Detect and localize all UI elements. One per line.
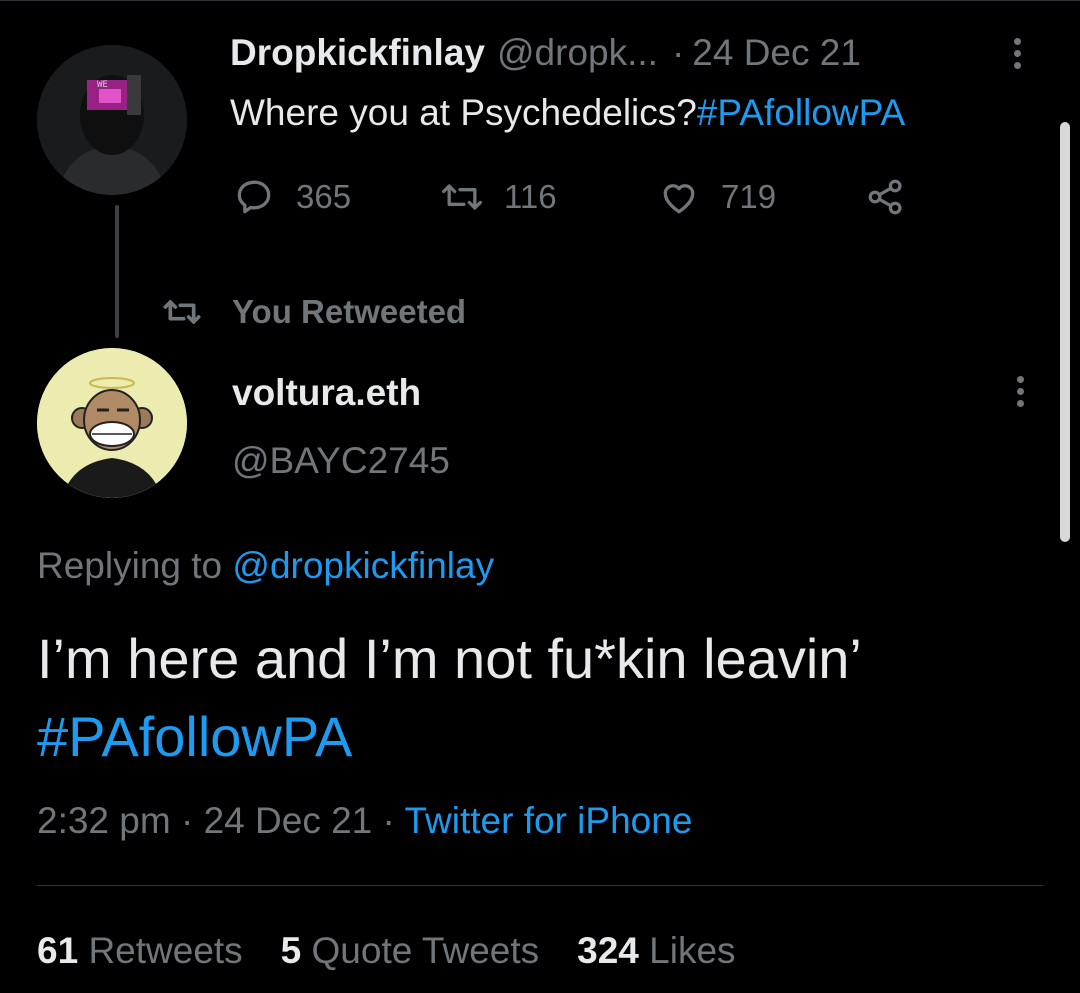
more-dot-icon [1013, 62, 1021, 69]
svg-text:WE: WE [97, 80, 108, 90]
likes-stat-count: 324 [577, 930, 639, 971]
replying-to-prefix: Replying to [37, 545, 233, 586]
parent-tweet-date[interactable]: 24 Dec 21 [692, 32, 861, 74]
parent-author-name[interactable]: Dropkickfinlay [230, 32, 485, 74]
quote-tweets-stat[interactable]: 5 Quote Tweets [281, 930, 539, 972]
replying-to-line: Replying to @dropkickfinlay [37, 545, 494, 587]
share-icon [868, 179, 902, 215]
retweet-context-icon [163, 300, 201, 324]
tweet-source-link[interactable]: Twitter for iPhone [404, 800, 692, 841]
retweets-stat[interactable]: 61 Retweets [37, 930, 243, 972]
retweets-stat-label: Retweets [88, 930, 243, 971]
retweet-count: 116 [504, 178, 557, 215]
reply-hashtag-link[interactable]: #PAfollowPA [37, 698, 1047, 776]
reply-tweet-body: I’m here and I’m not fu*kin leavin’ [37, 627, 862, 690]
more-dot-icon [1016, 376, 1024, 383]
reply-tweet-text: I’m here and I’m not fu*kin leavin’ #PAf… [37, 620, 1047, 776]
parent-author-handle[interactable]: @dropk... [497, 32, 658, 74]
top-divider [0, 0, 1080, 1]
like-count: 719 [721, 178, 777, 215]
more-dot-icon [1013, 50, 1021, 57]
more-dot-icon [1013, 38, 1021, 45]
retweet-button[interactable]: 116 [440, 175, 557, 219]
parent-tweet-body: Where you at Psychedelics? [230, 92, 697, 133]
tweet-detail-page: WE Dropkickfinlay @dropk... · 24 Dec 21 … [0, 0, 1080, 993]
tweet-time[interactable]: 2:32 pm [37, 800, 171, 841]
stats-divider [37, 885, 1043, 886]
retweet-context-label: You Retweeted [232, 293, 467, 330]
parent-hashtag-link[interactable]: #PAfollowPA [697, 92, 905, 133]
reply-author-handle[interactable]: @BAYC2745 [232, 440, 450, 482]
parent-avatar-image: WE [37, 45, 187, 195]
meta-separator: · [372, 800, 405, 841]
parent-more-options-button[interactable] [1010, 38, 1024, 78]
more-dot-icon [1016, 400, 1024, 407]
quotes-stat-count: 5 [280, 930, 302, 971]
thread-connector-line [115, 205, 119, 338]
reply-author-name[interactable]: voltura.eth [232, 372, 421, 414]
more-dot-icon [1016, 388, 1024, 395]
meta-separator: · [170, 800, 204, 841]
reply-count: 365 [296, 178, 352, 215]
reply-more-options-button[interactable] [1013, 376, 1027, 416]
likes-stat[interactable]: 324 Likes [577, 930, 735, 972]
tweet-date[interactable]: 24 Dec 21 [204, 800, 373, 841]
reply-icon [237, 180, 271, 214]
share-button[interactable] [864, 175, 908, 219]
retweet-icon [442, 184, 482, 210]
tweet-metadata: 2:32 pm · 24 Dec 21 · Twitter for iPhone [37, 800, 692, 842]
header-separator: · [671, 32, 685, 73]
reply-button[interactable]: 365 [232, 175, 351, 219]
reply-avatar-image [37, 348, 187, 498]
parent-tweet-text: Where you at Psychedelics?#PAfollowPA [230, 92, 905, 134]
engagement-stats: 61 Retweets 5 Quote Tweets 324 Likes [37, 930, 774, 972]
parent-avatar[interactable]: WE [37, 45, 187, 195]
replying-to-mention[interactable]: @dropkickfinlay [232, 545, 494, 586]
reply-avatar[interactable] [37, 348, 187, 498]
quotes-stat-label: Quote Tweets [311, 930, 540, 971]
retweet-context: You Retweeted [162, 292, 466, 332]
heart-icon [663, 184, 695, 214]
parent-tweet-header: Dropkickfinlay @dropk... · 24 Dec 21 [230, 32, 861, 82]
likes-stat-label: Likes [649, 930, 736, 971]
scrollbar[interactable] [1060, 122, 1070, 542]
retweets-stat-count: 61 [37, 930, 79, 971]
like-button[interactable]: 719 [657, 175, 776, 219]
